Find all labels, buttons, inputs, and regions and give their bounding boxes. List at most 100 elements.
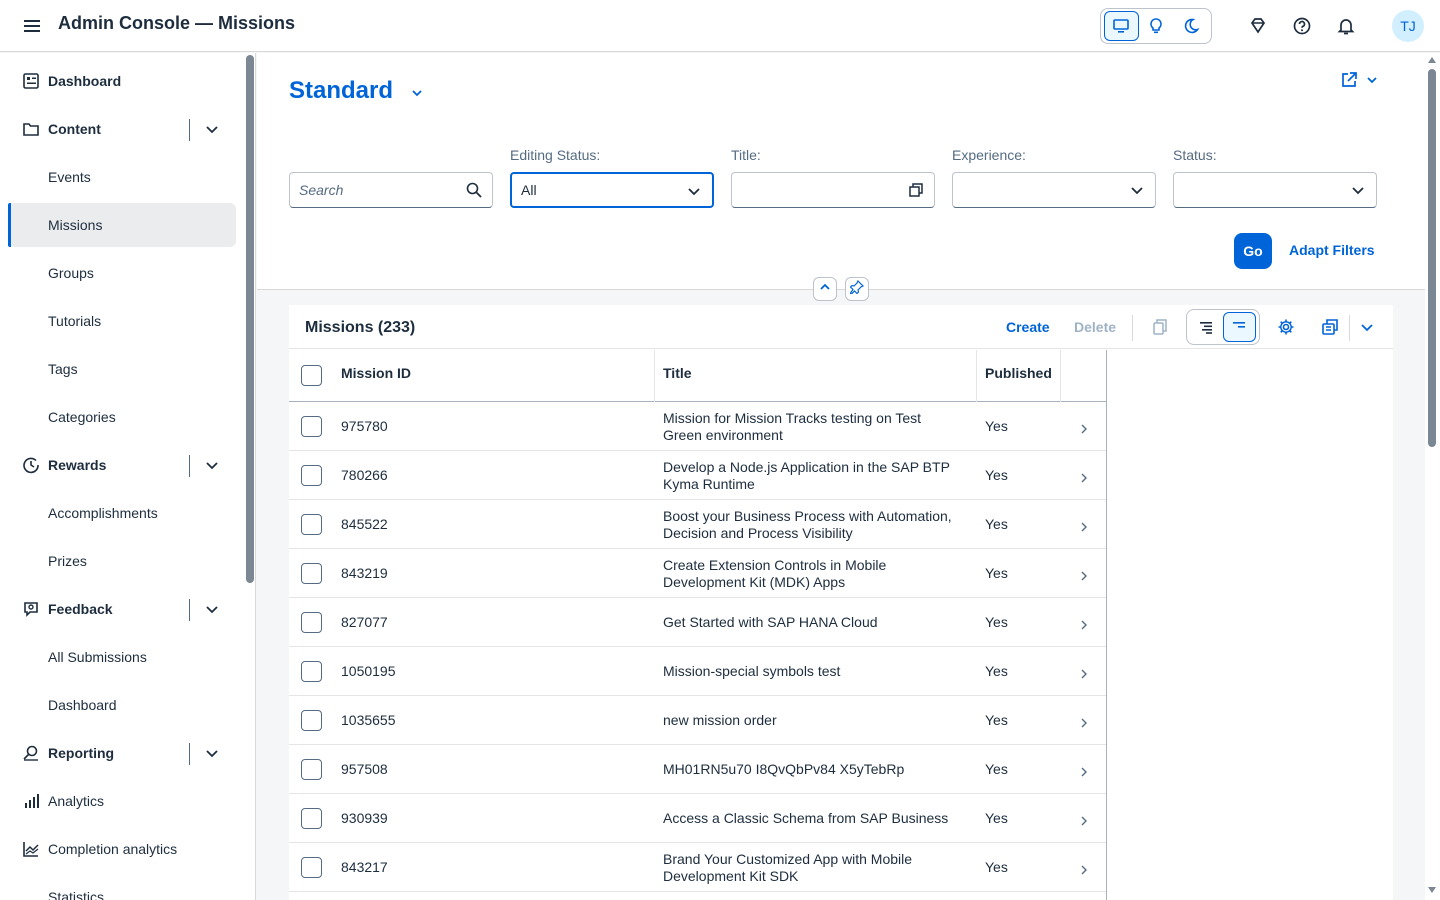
nav-item-statistics[interactable]: Statistics [8, 875, 236, 900]
adapt-filters-button[interactable]: Adapt Filters [1289, 242, 1375, 258]
copy-icon[interactable] [1150, 317, 1170, 337]
row-checkbox[interactable] [301, 710, 322, 731]
chevron-right-icon[interactable] [1079, 666, 1089, 679]
page-scrollbar[interactable] [1425, 53, 1440, 900]
export-icon[interactable] [1320, 317, 1340, 337]
variant-title[interactable]: Standard [289, 77, 393, 105]
menu-icon[interactable] [22, 16, 42, 36]
title-cell: Get Started with SAP HANA Cloud [663, 614, 878, 630]
table-row[interactable]: 975780 Mission for Mission Tracks testing… [289, 402, 1106, 451]
nav-item-groups[interactable]: Groups [8, 251, 236, 295]
table-row[interactable]: 843219 Create Extension Controls in Mobil… [289, 549, 1106, 598]
published-cell: Yes [985, 614, 1008, 630]
gear-icon[interactable] [1276, 317, 1296, 337]
avatar[interactable]: TJ [1392, 10, 1424, 42]
nav-item-content[interactable]: Content [8, 107, 236, 151]
scroll-up-icon[interactable] [1428, 57, 1436, 63]
table-row[interactable]: 930939 Access a Classic Schema from SAP B… [289, 794, 1106, 843]
go-button[interactable]: Go [1234, 233, 1272, 269]
row-checkbox[interactable] [301, 808, 322, 829]
title-cell: Develop a Node.js Application in the SAP… [663, 459, 950, 492]
nav-item-events[interactable]: Events [8, 155, 236, 199]
chevron-right-icon[interactable] [1079, 862, 1089, 875]
chevron-down-icon[interactable] [204, 601, 220, 617]
desktop-icon[interactable] [1104, 11, 1139, 41]
bell-icon[interactable] [1334, 14, 1358, 38]
nav-label: Completion analytics [48, 841, 178, 857]
nav-item-missions[interactable]: Missions [8, 203, 236, 247]
table-row[interactable]: 780266 Develop a Node.js Application in t… [289, 451, 1106, 500]
nav-item-all-submissions[interactable]: All Submissions [8, 635, 236, 679]
row-checkbox[interactable] [301, 612, 322, 633]
search-input[interactable]: Search [289, 172, 493, 208]
table-toolbar: Missions (233) Create Delete [289, 305, 1393, 349]
nav-item-feedback[interactable]: Feedback [8, 587, 236, 631]
chevron-right-icon[interactable] [1079, 470, 1089, 483]
chevron-right-icon[interactable] [1079, 568, 1089, 581]
nav-item-categories[interactable]: Categories [8, 395, 236, 439]
column-header-mission-id[interactable]: Mission ID [341, 365, 411, 382]
column-header-title[interactable]: Title [663, 365, 963, 382]
chevron-right-icon[interactable] [1079, 519, 1089, 532]
row-checkbox[interactable] [301, 661, 322, 682]
condensed-rows-icon[interactable] [1222, 312, 1256, 342]
search-icon[interactable] [466, 182, 482, 198]
scroll-thumb[interactable] [246, 55, 254, 583]
chevron-down-icon [686, 183, 702, 199]
chevron-down-icon[interactable] [1357, 317, 1377, 337]
sidebar-scrollbar[interactable] [245, 53, 255, 900]
nav-item-tutorials[interactable]: Tutorials [8, 299, 236, 343]
nav-item-prizes[interactable]: Prizes [8, 539, 236, 583]
nav-item-accomplishments[interactable]: Accomplishments [8, 491, 236, 535]
collapse-header-button[interactable] [813, 277, 837, 301]
scroll-down-icon[interactable] [1428, 887, 1436, 893]
editing-status-select[interactable]: All [510, 172, 714, 208]
row-checkbox[interactable] [301, 465, 322, 486]
row-checkbox[interactable] [301, 416, 322, 437]
table-row[interactable]: 845522 Boost your Business Process with A… [289, 500, 1106, 549]
chevron-right-icon[interactable] [1079, 715, 1089, 728]
diamond-icon[interactable] [1246, 14, 1270, 38]
row-checkbox[interactable] [301, 563, 322, 584]
nav-item-feedback-dashboard[interactable]: Dashboard [8, 683, 236, 727]
chevron-right-icon[interactable] [1079, 813, 1089, 826]
chevron-down-icon[interactable] [204, 121, 220, 137]
table-row[interactable]: 1050195 Mission-special symbols test Yes [289, 647, 1106, 696]
table-row[interactable]: 843217 Brand Your Customized App with Mob… [289, 843, 1106, 892]
row-checkbox[interactable] [301, 514, 322, 535]
status-select[interactable] [1173, 172, 1377, 208]
chevron-right-icon[interactable] [1079, 617, 1089, 630]
row-checkbox[interactable] [301, 759, 322, 780]
row-checkbox[interactable] [301, 857, 322, 878]
scroll-thumb[interactable] [1428, 69, 1436, 447]
create-button[interactable]: Create [1006, 319, 1050, 335]
table-row[interactable]: 827077 Get Started with SAP HANA Cloud Yes [289, 598, 1106, 647]
lightbulb-icon[interactable] [1139, 11, 1174, 41]
chevron-right-icon[interactable] [1079, 421, 1089, 434]
nav-item-dashboard[interactable]: Dashboard [8, 59, 236, 103]
table-row[interactable]: 957508 MH01RN5u70 I8QvQbPv84 X5yTebRp Yes [289, 745, 1106, 794]
nav-item-completion-analytics[interactable]: Completion analytics [8, 827, 236, 871]
pin-header-button[interactable] [845, 277, 869, 301]
theme-switcher [1100, 8, 1212, 44]
nav-item-rewards[interactable]: Rewards [8, 443, 236, 487]
chevron-down-icon[interactable] [204, 457, 220, 473]
chevron-down-icon[interactable] [204, 745, 220, 761]
nav-item-tags[interactable]: Tags [8, 347, 236, 391]
experience-select[interactable] [952, 172, 1156, 208]
select-all-checkbox[interactable] [301, 365, 322, 386]
table-row[interactable]: 1035655 new mission order Yes [289, 696, 1106, 745]
align-right-icon[interactable] [1190, 312, 1223, 342]
separator [1132, 315, 1133, 341]
chevron-right-icon[interactable] [1079, 764, 1089, 777]
column-header-published[interactable]: Published [985, 365, 1052, 382]
nav-item-analytics[interactable]: Analytics [8, 779, 236, 823]
nav-item-reporting[interactable]: Reporting [8, 731, 236, 775]
delete-button[interactable]: Delete [1074, 319, 1116, 335]
moon-icon[interactable] [1173, 11, 1208, 41]
chevron-down-icon[interactable] [409, 85, 425, 101]
value-help-icon[interactable] [908, 182, 924, 198]
help-icon[interactable] [1290, 14, 1314, 38]
title-input[interactable] [731, 172, 935, 208]
share-button[interactable] [1339, 71, 1385, 93]
